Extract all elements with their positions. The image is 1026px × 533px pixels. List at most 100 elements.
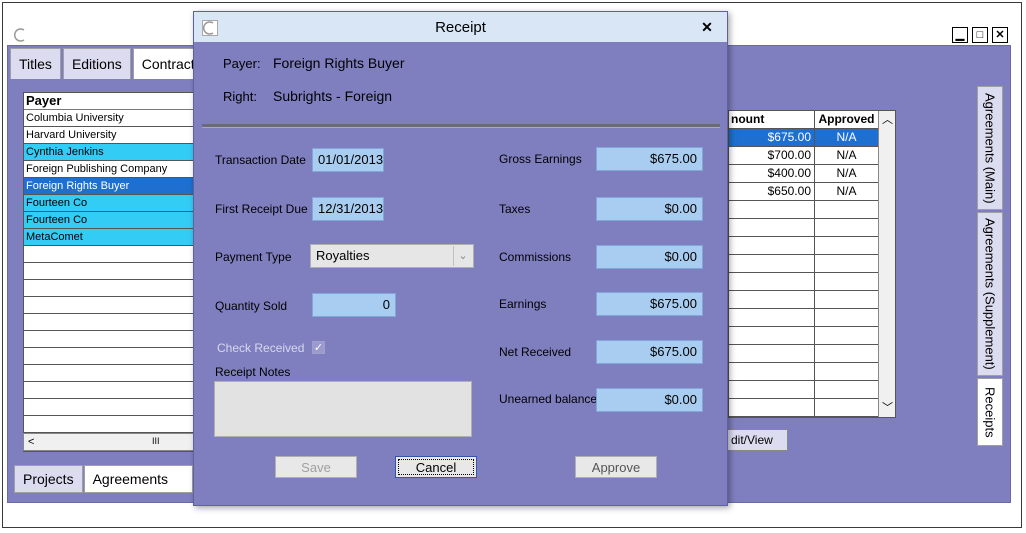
check-received-checkbox[interactable]: ✓ [312, 341, 325, 354]
app-logo-icon [14, 28, 25, 42]
payer-row-empty[interactable] [24, 365, 197, 382]
payment-type-value: Royalties [316, 248, 370, 263]
approved-cell: N/A [815, 183, 879, 200]
unearned-balance-field[interactable]: $0.00 [596, 388, 703, 412]
payer-row-empty[interactable] [24, 382, 197, 399]
payer-row[interactable]: Columbia University [24, 110, 197, 127]
scroll-down-icon[interactable]: ﹀ [882, 399, 893, 415]
transaction-date-field[interactable]: 01/01/2013 [312, 148, 384, 172]
table-row[interactable]: $700.00 N/A [729, 147, 895, 165]
table-row-empty[interactable] [729, 327, 895, 345]
amount-cell: $650.00 [729, 183, 815, 200]
edit-view-button[interactable]: dit/View [726, 429, 788, 451]
chevron-down-icon[interactable]: ⌄ [453, 246, 472, 266]
payer-value: Foreign Rights Buyer [273, 55, 405, 71]
table-row-empty[interactable] [729, 381, 895, 399]
amount-cell: $400.00 [729, 165, 815, 182]
taxes-label: Taxes [499, 202, 531, 216]
side-tab-bar: Agreements (Main) Agreements (Supplement… [977, 86, 1003, 448]
approved-cell: N/A [815, 129, 879, 146]
tab-titles[interactable]: Titles [10, 48, 61, 79]
receipt-notes-textarea[interactable] [214, 381, 472, 437]
payer-row[interactable]: Cynthia Jenkins [24, 144, 197, 161]
receipt-dialog: Receipt ✕ Payer: Foreign Rights Buyer Ri… [193, 11, 728, 506]
table-row[interactable]: $675.00 N/A [729, 129, 895, 147]
receipts-table: nount Approved $675.00 N/A $700.00 N/A $… [728, 110, 896, 418]
payer-column-header[interactable]: Payer [24, 93, 197, 110]
dialog-body: Payer: Foreign Rights Buyer Right: Subri… [200, 42, 722, 500]
tab-receipts-label: Receipts [982, 386, 998, 438]
payer-row-selected[interactable]: Foreign Rights Buyer [24, 178, 197, 195]
maximize-icon[interactable]: □ [972, 27, 988, 43]
table-row[interactable]: $400.00 N/A [729, 165, 895, 183]
table-row-empty[interactable] [729, 273, 895, 291]
approved-cell: N/A [815, 165, 879, 182]
payer-row[interactable]: Harvard University [24, 127, 197, 144]
tab-agreements-main[interactable]: Agreements (Main) [977, 86, 1003, 210]
payment-type-select[interactable]: Royalties ⌄ [310, 244, 474, 268]
gross-earnings-label: Gross Earnings [499, 152, 582, 166]
header-divider [202, 124, 720, 128]
table-row-empty[interactable] [729, 309, 895, 327]
earnings-field[interactable]: $675.00 [596, 292, 703, 316]
payer-row-empty[interactable] [24, 331, 197, 348]
commissions-field[interactable]: $0.00 [596, 245, 703, 269]
scroll-thumb[interactable]: III [152, 436, 160, 446]
cancel-button[interactable]: Cancel [395, 456, 477, 478]
scroll-left-icon[interactable]: < [28, 436, 34, 448]
table-row-empty[interactable] [729, 345, 895, 363]
tab-projects[interactable]: Projects [14, 465, 83, 493]
tab-agreements-main-label: Agreements (Main) [982, 92, 998, 204]
checkmark-icon: ✓ [313, 342, 324, 354]
table-row-empty[interactable] [729, 399, 895, 417]
approved-column-header[interactable]: Approved [815, 111, 879, 128]
first-receipt-due-field[interactable]: 12/31/2013 [312, 197, 384, 221]
net-received-field[interactable]: $675.00 [596, 340, 703, 364]
payer-row[interactable]: Fourteen Co [24, 195, 197, 212]
close-icon[interactable]: ✕ [699, 19, 715, 35]
minimize-icon[interactable]: ▁ [952, 27, 968, 43]
payer-row-empty[interactable] [24, 246, 197, 263]
receipt-notes-label: Receipt Notes [215, 365, 291, 379]
table-row-empty[interactable] [729, 417, 895, 418]
table-row-empty[interactable] [729, 219, 895, 237]
table-row-empty[interactable] [729, 237, 895, 255]
quantity-sold-field[interactable]: 0 [312, 293, 396, 317]
table-row-empty[interactable] [729, 363, 895, 381]
top-tab-bar: Titles Editions Contract T [10, 48, 218, 79]
close-icon[interactable]: ✕ [992, 27, 1008, 43]
table-row-empty[interactable] [729, 291, 895, 309]
payer-row[interactable]: Fourteen Co [24, 212, 197, 229]
table-row[interactable]: $650.00 N/A [729, 183, 895, 201]
payer-row-empty[interactable] [24, 297, 197, 314]
payer-horizontal-scrollbar[interactable]: < III [23, 433, 198, 451]
payer-row-empty[interactable] [24, 348, 197, 365]
table-vertical-scrollbar[interactable]: ︿ ﹀ [878, 111, 895, 417]
payer-row-empty[interactable] [24, 416, 197, 433]
payer-row[interactable]: MetaComet [24, 229, 197, 246]
payer-row-empty[interactable] [24, 399, 197, 416]
net-received-label: Net Received [499, 345, 572, 359]
amount-column-header[interactable]: nount [729, 111, 815, 128]
gross-earnings-field[interactable]: $675.00 [596, 147, 703, 171]
tab-agreements[interactable]: Agreements [83, 465, 194, 493]
tab-agreements-supplement[interactable]: Agreements (Supplement) [977, 212, 1003, 376]
approved-cell: N/A [815, 147, 879, 164]
taxes-field[interactable]: $0.00 [596, 197, 703, 221]
payer-row-empty[interactable] [24, 263, 197, 280]
table-row-empty[interactable] [729, 201, 895, 219]
payer-row-empty[interactable] [24, 314, 197, 331]
amount-cell: $700.00 [729, 147, 815, 164]
app-logo-icon [202, 20, 218, 36]
tab-editions[interactable]: Editions [62, 48, 131, 79]
approve-button[interactable]: Approve [575, 456, 657, 478]
tab-receipts[interactable]: Receipts [977, 378, 1003, 446]
table-row-empty[interactable] [729, 255, 895, 273]
right-value: Subrights - Foreign [273, 88, 393, 104]
payer-row-empty[interactable] [24, 280, 197, 297]
scroll-up-icon[interactable]: ︿ [882, 111, 893, 127]
save-button[interactable]: Save [275, 456, 357, 478]
payer-row[interactable]: Foreign Publishing Company [24, 161, 197, 178]
dialog-title: Receipt [435, 18, 486, 36]
dialog-title-bar[interactable]: Receipt ✕ [194, 12, 727, 42]
